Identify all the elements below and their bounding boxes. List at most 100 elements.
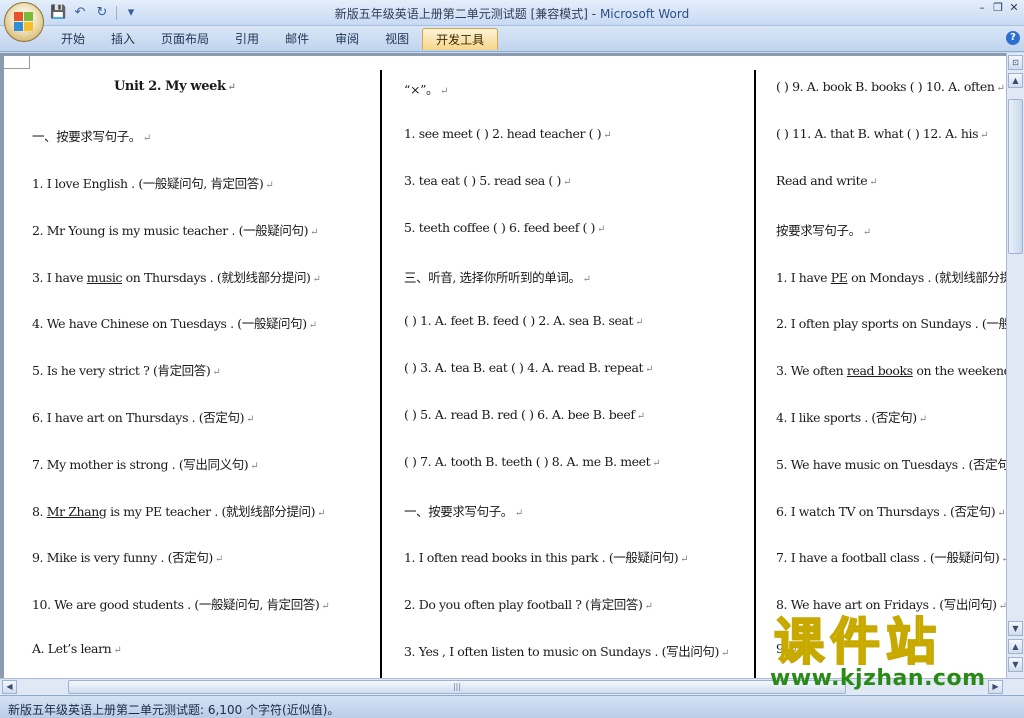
title-separator: - — [587, 7, 600, 21]
paragraph-mark-icon: ↵ — [721, 648, 729, 659]
document-line[interactable]: A. Let’s learn ↵ — [32, 641, 122, 656]
line-text: 一、按要求写句子。 — [32, 129, 141, 144]
document-line[interactable]: 10. We are good students . (一般疑问句, 肯定回答)… — [32, 594, 330, 613]
document-line[interactable]: 1. see meet ( ) 2. head teacher ( ) ↵ — [404, 126, 612, 141]
paragraph-mark-icon: ↵ — [862, 227, 871, 238]
paragraph-mark-icon: ↵ — [636, 411, 645, 422]
tab-1[interactable]: 插入 — [98, 28, 148, 50]
document-line[interactable]: 1. I have PE on Mondays . (就划线部分提问)↵ — [776, 267, 1006, 286]
line-text: 7. My mother is strong . (写出同义句) — [32, 457, 249, 472]
paragraph-mark-icon: ↵ — [250, 461, 259, 472]
ruler-toggle-icon[interactable]: ⊡ — [1008, 55, 1023, 70]
document-line[interactable]: ( ) 1. A. feet B. feed ( ) 2. A. sea B. … — [404, 313, 644, 328]
previous-page-button[interactable]: ▲ — [1008, 639, 1023, 654]
close-icon[interactable]: ✕ — [1006, 0, 1022, 16]
tab-2[interactable]: 页面布局 — [148, 28, 222, 50]
document-line[interactable]: 1. I love English . (一般疑问句, 肯定回答) ↵ — [32, 173, 274, 192]
line-text: on Mondays . (就划线部分提问) — [851, 270, 1006, 285]
line-text: 5. We have music on Tuesdays . (否定句) — [776, 457, 1006, 472]
horizontal-scroll-thumb[interactable]: ||| — [68, 680, 846, 694]
document-line[interactable]: Read and write ↵ — [776, 173, 878, 188]
app-name: Microsoft Word — [599, 7, 690, 21]
document-line[interactable]: 8. We have art on Fridays . (写出问句) ↵ — [776, 594, 1006, 613]
line-text: 1. I often read books in this park . (一般… — [404, 550, 679, 565]
paragraph-mark-icon: ↵ — [789, 645, 798, 656]
line-text: 9. — [776, 641, 788, 656]
document-line[interactable]: ( ) 7. A. tooth B. teeth ( ) 8. A. me B.… — [404, 454, 661, 469]
document-line[interactable]: Unit 2. My week ↵ — [114, 79, 236, 94]
document-line[interactable]: 按要求写句子。 ↵ — [776, 220, 871, 239]
paragraph-mark-icon: ↵ — [562, 177, 571, 188]
document-line[interactable]: “×”。 ↵ — [404, 79, 449, 98]
document-line[interactable]: ( ) 11. A. that B. what ( ) 12. A. his ↵ — [776, 126, 989, 141]
document-line[interactable]: 一、按要求写句子。 ↵ — [32, 126, 151, 145]
document-line[interactable]: 2. I often play sports on Sundays . (一般疑… — [776, 313, 1006, 332]
paragraph-mark-icon: ↵ — [308, 320, 317, 331]
tab-4[interactable]: 邮件 — [272, 28, 322, 50]
document-line[interactable]: 6. I have art on Thursdays . (否定句) ↵ — [32, 407, 254, 426]
document-line[interactable]: 4. We have Chinese on Tuesdays . (一般疑问句)… — [32, 313, 317, 332]
document-page[interactable]: Unit 2. My week ↵ 一、按要求写句子。 ↵ 1. I love Engl… — [4, 56, 1006, 678]
column-3: ( ) 9. A. book B. books ( ) 10. A. often… — [756, 56, 1006, 678]
document-line[interactable]: 3. We often read books on the weekend . … — [776, 360, 1006, 379]
document-line[interactable]: 5. Is he very strict ? (肯定回答) ↵ — [32, 360, 221, 379]
paragraph-mark-icon: ↵ — [227, 82, 236, 93]
document-line[interactable]: 7. My mother is strong . (写出同义句) ↵ — [32, 454, 259, 473]
column-1: Unit 2. My week ↵ 一、按要求写句子。 ↵ 1. I love Engl… — [4, 56, 380, 678]
scroll-right-button[interactable]: ▶ — [988, 680, 1003, 694]
next-page-button[interactable]: ▼ — [1008, 657, 1023, 672]
document-line[interactable]: 1. I often read books in this park . (一般… — [404, 547, 689, 566]
help-icon[interactable]: ? — [1006, 31, 1020, 45]
scroll-up-button[interactable]: ▲ — [1008, 73, 1023, 88]
word-count-status[interactable]: 新版五年级英语上册第二单元测试题: 6,100 个字符(近似值)。 — [8, 703, 339, 717]
document-line[interactable]: 4. I like sports . (否定句) ↵ — [776, 407, 927, 426]
paragraph-mark-icon: ↵ — [869, 177, 878, 188]
document-line[interactable]: ( ) 5. A. read B. red ( ) 6. A. bee B. b… — [404, 407, 645, 422]
office-logo-icon — [14, 12, 34, 32]
document-line[interactable]: 9. ↵ — [776, 641, 798, 656]
line-text: 2. I often play sports on Sundays . (一般疑… — [776, 316, 1006, 331]
document-line[interactable]: 7. I have a football class . (一般疑问句) ↵ — [776, 547, 1006, 566]
document-line[interactable]: 2. Do you often play football ? (肯定回答) ↵ — [404, 594, 653, 613]
tab-0[interactable]: 开始 — [48, 28, 98, 50]
minimize-icon[interactable]: – — [974, 0, 990, 16]
line-text: 8. We have art on Fridays . (写出问句) — [776, 597, 997, 612]
line-text: A. Let’s learn — [32, 641, 112, 656]
horizontal-scrollbar[interactable]: ◀ ||| ▶ — [0, 678, 1024, 695]
document-line[interactable]: 3. I have music on Thursdays . (就划线部分提问)… — [32, 267, 321, 286]
vertical-scroll-thumb[interactable] — [1008, 99, 1023, 254]
paragraph-mark-icon: ↵ — [997, 508, 1006, 519]
document-line[interactable]: ( ) 3. A. tea B. eat ( ) 4. A. read B. r… — [404, 360, 654, 375]
document-line[interactable]: 8. Mr Zhang is my PE teacher . (就划线部分提问)… — [32, 501, 326, 520]
tab-6[interactable]: 视图 — [372, 28, 422, 50]
paragraph-mark-icon: ↵ — [440, 86, 449, 97]
ribbon: 开始 插入 页面布局 引用 邮件 审阅 视图 开发工具 ? — [0, 26, 1024, 52]
document-line[interactable]: 一、按要求写句子。 ↵ — [404, 501, 523, 520]
paragraph-mark-icon: ↵ — [265, 180, 274, 191]
document-line[interactable]: ( ) 9. A. book B. books ( ) 10. A. often… — [776, 79, 1005, 94]
paragraph-mark-icon: ↵ — [597, 224, 606, 235]
paragraph-mark-icon: ↵ — [113, 645, 122, 656]
line-text: ( ) 3. A. tea B. eat ( ) 4. A. read B. r… — [404, 360, 644, 375]
document-line[interactable]: 5. We have music on Tuesdays . (否定句)↵ — [776, 454, 1006, 473]
scroll-left-button[interactable]: ◀ — [2, 680, 17, 694]
paragraph-mark-icon: ↵ — [645, 364, 654, 375]
tab-3[interactable]: 引用 — [222, 28, 272, 50]
vertical-scrollbar[interactable]: ⊡ ▲ ▼ ▲ ▼ — [1006, 53, 1024, 678]
document-line[interactable]: 5. teeth coffee ( ) 6. feed beef ( ) ↵ — [404, 220, 605, 235]
paragraph-mark-icon: ↵ — [680, 554, 689, 565]
document-line[interactable]: 3. tea eat ( ) 5. read sea ( ) ↵ — [404, 173, 571, 188]
office-button[interactable] — [4, 2, 44, 42]
line-text: 2. Do you often play football ? (肯定回答) — [404, 597, 643, 612]
document-line[interactable]: 三、听音, 选择你所听到的单词。 ↵ — [404, 267, 591, 286]
tab-7[interactable]: 开发工具 — [422, 28, 499, 50]
restore-icon[interactable]: ❐ — [990, 0, 1006, 16]
document-line[interactable]: 2. Mr Young is my music teacher . (一般疑问句… — [32, 220, 318, 239]
document-line[interactable]: 9. Mike is very funny . (否定句) ↵ — [32, 547, 223, 566]
document-line[interactable]: 6. I watch TV on Thursdays . (否定句) ↵ — [776, 501, 1006, 520]
document-line[interactable]: 3. Yes , I often listen to music on Sund… — [404, 641, 729, 660]
line-text: 3. We often — [776, 363, 847, 378]
tab-5[interactable]: 审阅 — [322, 28, 372, 50]
line-text: 1. I love English . (一般疑问句, 肯定回答) — [32, 176, 264, 191]
scroll-down-button[interactable]: ▼ — [1008, 621, 1023, 636]
